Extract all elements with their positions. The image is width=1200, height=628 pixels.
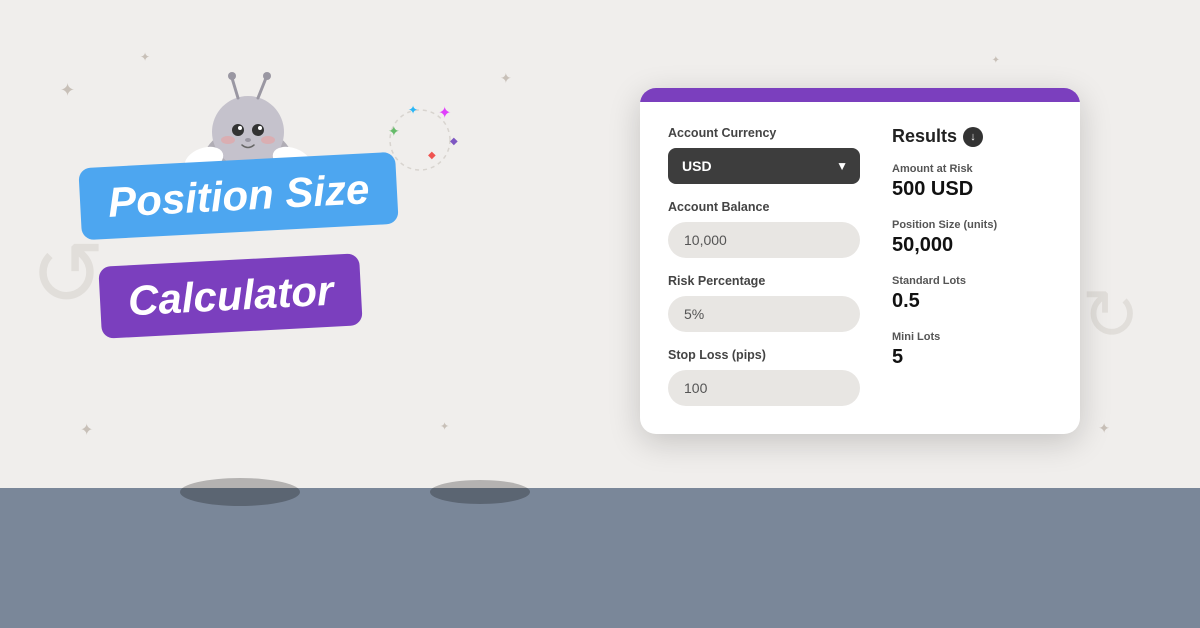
- title-position-size: Position Size: [78, 152, 399, 241]
- title-section: Position Size Calculator: [80, 160, 397, 332]
- star-7: ✦: [440, 420, 449, 433]
- amount-at-risk-value: 500 USD: [892, 178, 1052, 201]
- stoploss-label: Stop Loss (pips): [668, 348, 860, 362]
- currency-select[interactable]: USD EUR GBP JPY AUD: [668, 148, 860, 184]
- mini-lots-value: 5: [892, 346, 1052, 369]
- title-calculator: Calculator: [98, 253, 363, 339]
- results-title-text: Results: [892, 126, 957, 147]
- standard-lots-value: 0.5: [892, 290, 1052, 313]
- star-4: ✦: [992, 55, 1000, 66]
- currency-label: Account Currency: [668, 126, 860, 140]
- stoploss-input[interactable]: [668, 370, 860, 406]
- shadow-bump-1: [180, 478, 300, 506]
- svg-text:✦: ✦: [438, 105, 451, 122]
- star-1: ✦: [60, 80, 75, 101]
- spiral-right: ↻: [1081, 280, 1140, 350]
- risk-label: Risk Percentage: [668, 274, 860, 288]
- svg-text:✦: ✦: [408, 103, 418, 117]
- calculator-card: Account Currency USD EUR GBP JPY AUD ▼ A…: [640, 88, 1080, 434]
- svg-text:◆: ◆: [450, 136, 458, 147]
- star-5: ✦: [80, 420, 93, 440]
- star-6: ✦: [1098, 420, 1110, 437]
- balance-label: Account Balance: [668, 200, 860, 214]
- results-title: Results ↓: [892, 126, 1052, 147]
- card-header: [640, 88, 1080, 102]
- results-section: Results ↓ Amount at Risk 500 USD Positio…: [892, 126, 1052, 406]
- position-size-value: 50,000: [892, 234, 1052, 257]
- mini-lots-label: Mini Lots: [892, 331, 1052, 343]
- amount-at-risk-item: Amount at Risk 500 USD: [892, 163, 1052, 201]
- results-info-icon: ↓: [963, 127, 983, 147]
- svg-text:◆: ◆: [428, 150, 436, 161]
- star-3: ✦: [500, 70, 512, 87]
- balance-input[interactable]: [668, 222, 860, 258]
- amount-at-risk-label: Amount at Risk: [892, 163, 1052, 175]
- shadow-bump-2: [430, 480, 530, 504]
- star-2: ✦: [140, 50, 150, 64]
- risk-input[interactable]: [668, 296, 860, 332]
- currency-select-wrapper: USD EUR GBP JPY AUD ▼: [668, 148, 860, 184]
- input-section: Account Currency USD EUR GBP JPY AUD ▼ A…: [668, 126, 860, 406]
- svg-text:✦: ✦: [388, 123, 400, 139]
- ground: [0, 488, 1200, 628]
- mini-lots-item: Mini Lots 5: [892, 331, 1052, 369]
- position-size-label: Position Size (units): [892, 219, 1052, 231]
- card-body: Account Currency USD EUR GBP JPY AUD ▼ A…: [640, 102, 1080, 434]
- standard-lots-item: Standard Lots 0.5: [892, 275, 1052, 313]
- standard-lots-label: Standard Lots: [892, 275, 1052, 287]
- position-size-item: Position Size (units) 50,000: [892, 219, 1052, 257]
